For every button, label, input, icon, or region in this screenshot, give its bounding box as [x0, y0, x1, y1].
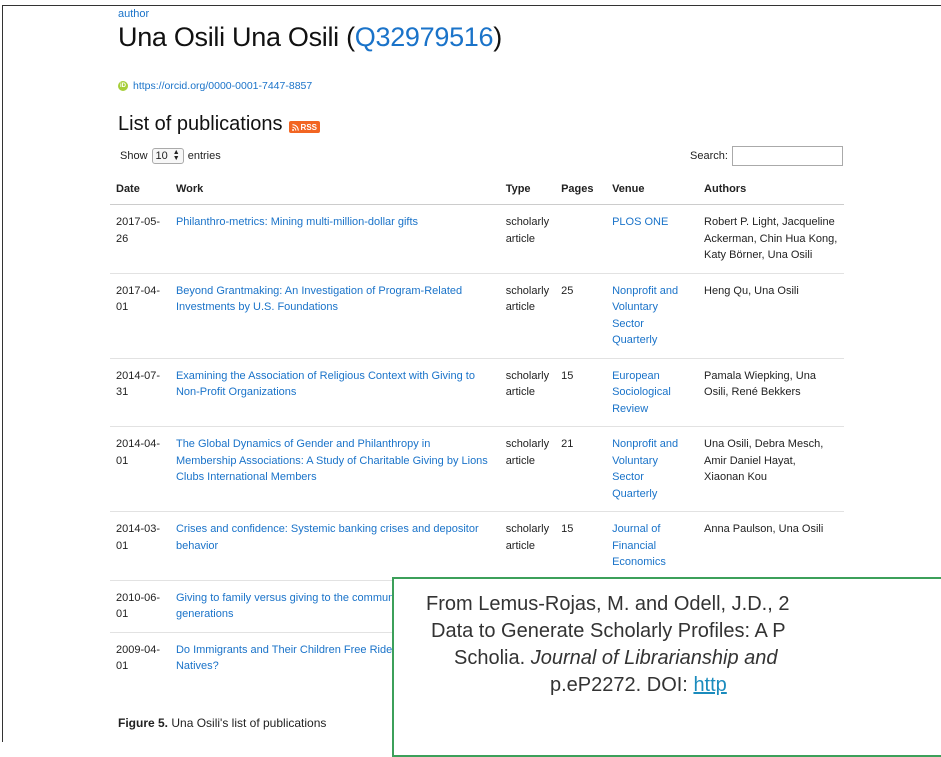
author-label-link[interactable]: author: [118, 8, 149, 20]
search-input[interactable]: [731, 146, 843, 166]
table-row: 2014-07-31 Examining the Association of …: [110, 357, 844, 427]
column-header-date[interactable]: Date: [110, 173, 170, 205]
cell-type: scholarly article: [505, 216, 550, 245]
cell-type: scholarly article: [499, 426, 556, 512]
table-row: 2017-04-01 Beyond Grantmaking: An Invest…: [110, 272, 844, 358]
cell-pages: 21: [555, 426, 607, 512]
cell-date: 2014-04-01: [110, 426, 170, 512]
journal-title: Journal of Librarianship and: [530, 647, 778, 669]
work-link[interactable]: Crises and confidence: Systemic banking …: [176, 523, 479, 552]
table-row: 2014-04-01 The Global Dynamics of Gender…: [110, 426, 844, 512]
cell-type: scholarly article: [499, 357, 556, 427]
cell-pages: [555, 205, 606, 274]
cell-authors: Heng Qu, Una Osili: [698, 272, 844, 358]
page-title: Una Osili Una Osili (Q32979516): [118, 22, 502, 52]
table-header-row: Date Work Type Pages Venue Authors: [110, 173, 844, 205]
work-link[interactable]: Examining the Association of Religious C…: [176, 370, 475, 399]
orcid-link[interactable]: https://orcid.org/0000-0001-7447-8857: [133, 80, 312, 92]
qid-link[interactable]: Q32979516: [355, 22, 494, 52]
citation-line-4: p.eP2272. DOI: http: [550, 674, 727, 696]
venue-link[interactable]: PLOS ONE: [612, 216, 668, 228]
entries-label: entries: [187, 150, 221, 162]
cell-authors: Una Osili, Debra Mesch, Amir Daniel Haya…: [698, 426, 844, 512]
venue-link[interactable]: Nonprofit and Voluntary Sector Quarterly: [612, 438, 678, 500]
figure-caption: Figure 5. Una Osili's list of publicatio…: [118, 716, 326, 730]
cell-date: 2017-05-26: [116, 216, 161, 245]
author-name: Una Osili Una Osili (: [118, 22, 355, 52]
cell-authors: Pamala Wiepking, Una Osili, René Bekkers: [698, 357, 844, 427]
citation-line-3: Scholia. Journal of Librarianship and: [454, 647, 778, 669]
venue-link[interactable]: Journal of Financial Economics: [612, 523, 666, 568]
search-control: Search:: [690, 146, 843, 166]
cell-date: 2009-04-01: [110, 631, 170, 684]
orcid-icon: iD: [118, 81, 128, 91]
venue-link[interactable]: European Sociological Review: [612, 370, 671, 415]
search-label: Search:: [690, 150, 728, 162]
column-header-authors[interactable]: Authors: [698, 173, 844, 205]
show-label: Show: [120, 150, 148, 162]
publications-heading: List of publications RSS: [118, 113, 320, 136]
orcid-row: iD https://orcid.org/0000-0001-7447-8857: [118, 80, 312, 92]
column-header-type[interactable]: Type: [499, 173, 556, 205]
cell-date: 2010-06-01: [110, 579, 170, 632]
citation-overlay: From Lemus-Rojas, M. and Odell, J.D., 2 …: [392, 577, 941, 757]
cell-date: 2017-04-01: [110, 272, 170, 358]
work-link[interactable]: Philanthro-metrics: Mining multi-million…: [176, 216, 418, 228]
citation-line-1: From Lemus-Rojas, M. and Odell, J.D., 2: [426, 593, 790, 615]
cell-date: 2014-03-01: [110, 511, 170, 580]
publications-heading-text: List of publications: [118, 113, 283, 135]
entries-select[interactable]: 10 ▲ ▼: [151, 148, 184, 164]
work-link[interactable]: The Global Dynamics of Gender and Philan…: [176, 438, 488, 483]
cell-type: scholarly article: [499, 511, 556, 580]
figure-caption-text: Una Osili's list of publications: [171, 716, 327, 730]
venue-link[interactable]: Nonprofit and Voluntary Sector Quarterly: [612, 285, 678, 347]
citation-line-2: Data to Generate Scholarly Profiles: A P: [431, 620, 786, 642]
rss-icon[interactable]: RSS: [288, 121, 320, 133]
cell-pages: 25: [555, 272, 607, 358]
figure-label: Figure 5.: [118, 716, 169, 730]
cell-pages: 15: [555, 511, 607, 580]
cell-pages: 15: [555, 357, 607, 427]
doi-link[interactable]: http: [693, 674, 726, 696]
table-row: 2017-05-26 Philanthro-metrics: Mining mu…: [110, 205, 844, 274]
cell-date: 2014-07-31: [110, 357, 170, 427]
work-link[interactable]: Beyond Grantmaking: An Investigation of …: [176, 285, 462, 314]
cell-authors: Robert P. Light, Jacqueline Ackerman, Ch…: [704, 216, 838, 261]
column-header-work[interactable]: Work: [169, 173, 500, 205]
entries-length-control: Show 10 ▲ ▼ entries: [120, 148, 221, 164]
cell-authors: Anna Paulson, Una Osili: [698, 511, 844, 580]
column-header-venue[interactable]: Venue: [606, 173, 699, 205]
table-row: 2014-03-01 Crises and confidence: System…: [110, 511, 844, 580]
cell-type: scholarly article: [499, 272, 556, 358]
select-arrows-icon: ▲ ▼: [172, 149, 180, 162]
column-header-pages[interactable]: Pages: [555, 173, 607, 205]
